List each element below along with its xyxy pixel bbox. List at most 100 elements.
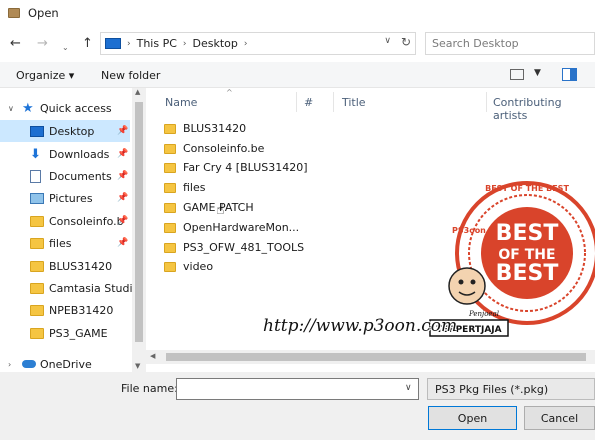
sidebar-item-npeb31420[interactable]: NPEB31420 (0, 299, 130, 321)
sidebar-item-downloads[interactable]: ⬇ Downloads 📌 (0, 143, 130, 165)
scroll-up-icon[interactable]: ▲ (135, 88, 140, 96)
file-name: OpenHardwareMon... (183, 221, 300, 234)
file-name-label: File name: (121, 382, 178, 395)
this-pc-icon (105, 38, 121, 49)
file-row[interactable]: video (164, 257, 464, 276)
horizontal-scrollbar[interactable]: ◀ (146, 350, 595, 364)
sidebar-item-ps3-game[interactable]: PS3_GAME (0, 322, 130, 344)
title-bar: Open (0, 0, 595, 26)
expand-chevron-icon[interactable]: › (8, 360, 11, 369)
scroll-left-icon[interactable]: ◀ (150, 352, 155, 360)
file-type-select[interactable]: PS3 Pkg Files (*.pkg) (427, 378, 595, 400)
file-name: Far Cry 4 [BLUS31420] (183, 161, 308, 174)
cancel-button[interactable]: Cancel (524, 406, 595, 430)
breadcrumb-separator-icon[interactable]: › (183, 39, 187, 49)
file-row[interactable]: BLUS31420 (164, 119, 464, 138)
pin-icon[interactable]: 📌 (117, 193, 128, 203)
sidebar-item-pictures[interactable]: Pictures 📌 (0, 187, 130, 209)
pin-icon[interactable]: 📌 (117, 126, 128, 136)
sidebar-item-consoleinfo[interactable]: Consoleinfo.b 📌 (0, 210, 130, 232)
scrollbar-thumb[interactable] (135, 102, 143, 342)
breadcrumb-separator-icon[interactable]: › (127, 39, 131, 49)
folder-icon (164, 242, 176, 253)
sidebar-item-files[interactable]: files 📌 (0, 232, 130, 254)
pin-icon[interactable]: 📌 (117, 216, 128, 226)
breadcrumb-separator-icon[interactable]: › (244, 39, 248, 49)
nav-quick-access[interactable]: ∨ ★ Quick access (0, 97, 130, 119)
navigation-pane: ∨ ★ Quick access Desktop 📌 ⬇ Downloads 📌… (0, 88, 146, 372)
sidebar-item-documents[interactable]: Documents 📌 (0, 165, 130, 187)
file-row[interactable]: Consoleinfo.be (164, 139, 464, 158)
folder-icon (30, 260, 44, 272)
file-row[interactable]: files (164, 178, 464, 197)
command-toolbar: Organize ▾ New folder ▼ (0, 62, 595, 88)
file-row[interactable]: GAME PATCH ☝ (164, 198, 464, 218)
nav-label: Pictures (49, 191, 93, 205)
new-folder-button[interactable]: New folder (101, 69, 160, 82)
documents-icon (30, 169, 41, 183)
file-name: PS3_OFW_481_TOOLS (183, 241, 305, 254)
folder-icon (30, 327, 44, 339)
folder-icon (30, 215, 44, 227)
scroll-down-icon[interactable]: ▼ (135, 362, 140, 370)
pin-icon[interactable]: 📌 (117, 149, 128, 159)
column-header-name[interactable]: Name (165, 96, 197, 109)
sidebar-item-blus31420[interactable]: BLUS31420 (0, 255, 130, 277)
breadcrumb-this-pc[interactable]: This PC (137, 37, 177, 50)
search-input[interactable]: Search Desktop (425, 32, 595, 55)
sidebar-item-desktop[interactable]: Desktop 📌 (0, 120, 130, 142)
window-title: Open (28, 6, 59, 20)
organize-button[interactable]: Organize ▾ (16, 69, 74, 82)
column-divider[interactable] (486, 92, 487, 112)
column-divider[interactable] (296, 92, 297, 112)
file-row[interactable]: Far Cry 4 [BLUS31420] (164, 158, 464, 177)
column-header-contributing-artists[interactable]: Contributing artists (493, 96, 595, 122)
file-name-dropdown-icon[interactable]: ∨ (405, 383, 412, 393)
refresh-icon[interactable]: ↻ (401, 35, 411, 49)
column-header-title[interactable]: Title (342, 96, 366, 109)
cloud-icon (22, 360, 36, 368)
nav-label: BLUS31420 (49, 259, 113, 273)
file-name: Consoleinfo.be (183, 142, 265, 155)
pin-icon[interactable]: 📌 (117, 238, 128, 248)
file-row[interactable]: OpenHardwareMon... (164, 218, 464, 237)
address-bar[interactable]: › This PC › Desktop › ∨ ↻ (100, 32, 416, 55)
nav-label: OneDrive (40, 357, 92, 371)
nav-label: Documents (49, 169, 112, 183)
forward-arrow-icon[interactable]: → (37, 36, 48, 52)
open-button[interactable]: Open (428, 406, 517, 430)
folder-icon (30, 304, 44, 316)
preview-pane-icon[interactable] (562, 68, 577, 81)
download-icon: ⬇ (30, 146, 41, 162)
pin-icon[interactable]: 📌 (117, 171, 128, 181)
file-name: BLUS31420 (183, 122, 247, 135)
folder-icon (164, 162, 176, 173)
nav-scrollbar[interactable]: ▲ ▼ (132, 88, 146, 372)
file-name-input[interactable] (176, 378, 419, 400)
star-icon: ★ (22, 100, 34, 116)
up-arrow-icon[interactable]: ↑ (82, 36, 93, 52)
view-dropdown-icon[interactable]: ▼ (534, 68, 541, 78)
folder-icon (164, 123, 176, 134)
breadcrumb-desktop[interactable]: Desktop (193, 37, 238, 50)
folder-icon (30, 237, 44, 249)
nav-label: Desktop (49, 124, 95, 138)
mouse-cursor-icon: ☝ (216, 202, 225, 218)
scrollbar-thumb[interactable] (166, 353, 586, 361)
expand-chevron-icon[interactable]: ∨ (8, 104, 14, 113)
sidebar-item-camtasia[interactable]: Camtasia Studio (0, 277, 139, 299)
file-row[interactable]: PS3_OFW_481_TOOLS (164, 238, 464, 257)
recent-chevron-icon[interactable]: ⌄ (62, 40, 69, 56)
nav-label: PS3_GAME (49, 326, 108, 340)
sort-ascending-icon: ^ (226, 88, 233, 97)
nav-label: Quick access (40, 101, 112, 115)
view-options-icon[interactable] (510, 69, 524, 80)
pictures-icon (30, 192, 44, 204)
app-icon (8, 8, 20, 18)
column-divider[interactable] (333, 92, 334, 112)
back-arrow-icon[interactable]: ← (10, 36, 21, 52)
nav-label: Downloads (49, 147, 110, 161)
file-name: video (183, 260, 214, 273)
address-dropdown-icon[interactable]: ∨ (384, 36, 391, 46)
column-header-number[interactable]: # (304, 96, 313, 109)
